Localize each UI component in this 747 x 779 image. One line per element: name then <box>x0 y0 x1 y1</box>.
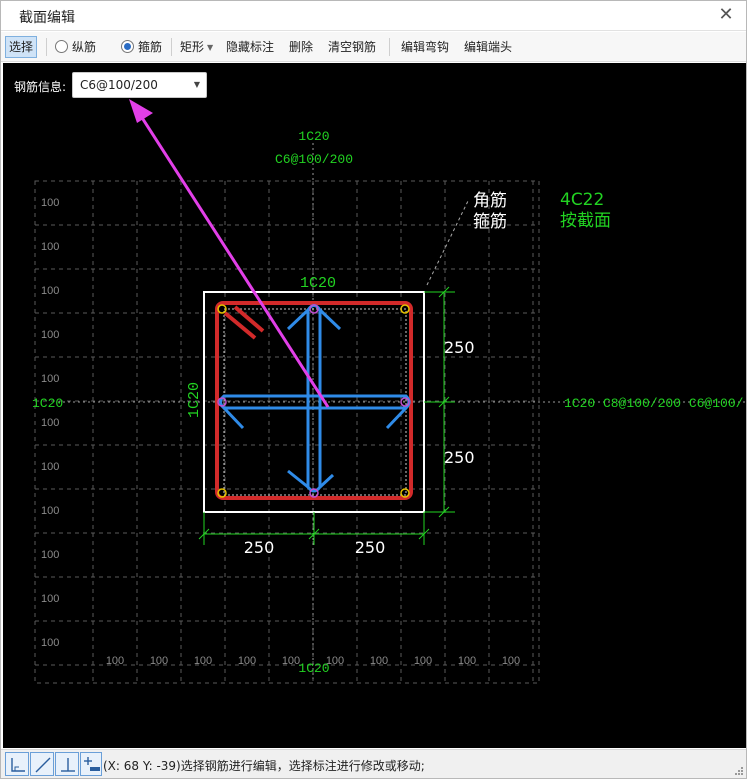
corner-spec[interactable]: 4C22 <box>560 190 604 210</box>
grid-label-x: 100 <box>238 655 256 667</box>
stirrup-hook[interactable] <box>223 311 257 340</box>
chevron-down-icon: ▼ <box>207 43 214 52</box>
right-axis-label[interactable]: 1C20 C8@100/200 C6@100/ <box>564 396 744 411</box>
grid-label-x: 100 <box>414 655 432 667</box>
rebar-info-select[interactable]: C6@100/200 ▼ <box>72 72 207 98</box>
stirrup-label: 箍筋 <box>138 40 163 54</box>
stirrup-label[interactable]: 箍筋 <box>473 212 507 232</box>
resize-grip-icon[interactable] <box>733 765 743 775</box>
left-axis-label[interactable]: 1C20 <box>32 396 63 411</box>
longitudinal-radio[interactable]: 纵筋 <box>55 37 96 57</box>
section-drawing[interactable]: 100 100 100 100 100 100 100 100 100 100 100 100 100 1… <box>3 63 746 748</box>
drawing-canvas[interactable]: 100 100 100 100 100 100 100 100 100 100 100 100 100 1… <box>3 63 746 748</box>
grid-label-x: 100 <box>150 655 168 667</box>
grid-label-x: 100 <box>502 655 520 667</box>
left-bar-label[interactable]: 1C20 <box>186 382 203 418</box>
chevron-down-icon: ▼ <box>193 80 200 89</box>
status-bar: (X: 68 Y: -39)选择钢筋进行编辑，选择标注进行修改或移动; <box>1 749 746 778</box>
grid-labels: 100 100 100 100 100 100 100 100 100 100 100 100 100 1… <box>41 197 520 667</box>
rebar-info-value: C6@100/200 <box>80 78 158 92</box>
delete-button[interactable]: 删除 <box>289 37 313 57</box>
corner-bar-label[interactable]: 角筋 <box>473 191 507 211</box>
top-label-1[interactable]: 1C20 <box>298 129 329 144</box>
top-bar-label[interactable]: 1C20 <box>300 275 336 292</box>
grid-label-x: 100 <box>194 655 212 667</box>
toolbar: 选择 纵筋 箍筋 矩形 ▼ 隐藏标注 删除 清空钢筋 编辑弯钩 编辑端头 <box>1 32 746 62</box>
rectangle-label: 矩形 <box>180 40 205 54</box>
grid-label-y: 100 <box>41 373 59 385</box>
select-button[interactable]: 选择 <box>5 36 38 58</box>
close-icon[interactable]: ✕ <box>716 5 736 25</box>
longitudinal-label: 纵筋 <box>72 40 97 54</box>
dim-bottom-right[interactable]: 250 <box>355 538 386 557</box>
dim-bottom-left[interactable]: 250 <box>244 538 275 557</box>
leader-arrow <box>129 99 330 408</box>
snap-perpendicular-icon[interactable] <box>55 752 79 776</box>
bottom-axis-label[interactable]: 1C20 <box>298 661 329 676</box>
edit-end-button[interactable]: 编辑端头 <box>464 37 512 57</box>
grid-border <box>34 180 540 684</box>
grid <box>34 180 540 684</box>
section-editor-window: 截面编辑 ✕ 选择 纵筋 箍筋 矩形 ▼ 隐藏标注 删除 清空钢筋 编辑弯钩 编辑… <box>0 0 747 779</box>
grid-label-y: 100 <box>41 417 59 429</box>
corner-leader-line <box>426 200 469 286</box>
toolbar-divider <box>389 38 390 56</box>
clear-rebar-button[interactable]: 清空钢筋 <box>328 37 376 57</box>
rectangle-dropdown[interactable]: 矩形 ▼ <box>180 37 213 57</box>
grid-label-y: 100 <box>41 329 59 341</box>
grid-label-y: 100 <box>41 197 59 209</box>
radio-selected-icon <box>121 40 134 53</box>
hide-dims-button[interactable]: 隐藏标注 <box>226 37 274 57</box>
grid-label-y: 100 <box>41 505 59 517</box>
grid-label-y: 100 <box>41 285 59 297</box>
top-label-2[interactable]: C6@100/200 <box>275 152 353 167</box>
grid-label-y: 100 <box>41 549 59 561</box>
snap-endpoint-icon[interactable] <box>5 752 29 776</box>
grid-label-y: 100 <box>41 593 59 605</box>
window-title: 截面编辑 <box>19 10 75 26</box>
dim-right-top[interactable]: 250 <box>444 338 475 357</box>
grid-label-x: 100 <box>106 655 124 667</box>
grid-label-y: 100 <box>41 461 59 473</box>
dim-right-bottom[interactable]: 250 <box>444 448 475 467</box>
toolbar-divider <box>171 38 172 56</box>
grid-label-x: 100 <box>370 655 388 667</box>
edit-hook-button[interactable]: 编辑弯钩 <box>401 37 449 57</box>
grid-label-x: 100 <box>458 655 476 667</box>
stirrup-radio[interactable]: 箍筋 <box>121 37 162 57</box>
by-section-label[interactable]: 按截面 <box>560 211 611 231</box>
title-bar: 截面编辑 ✕ <box>1 1 746 31</box>
rebar-info-label: 钢筋信息: <box>14 80 67 94</box>
grid-label-y: 100 <box>41 637 59 649</box>
status-text: (X: 68 Y: -39)选择钢筋进行编辑，选择标注进行修改或移动; <box>103 759 425 773</box>
toolbar-divider <box>46 38 47 56</box>
snap-add-icon[interactable] <box>80 752 102 776</box>
grid-label-y: 100 <box>41 241 59 253</box>
radio-icon <box>55 40 68 53</box>
snap-line-icon[interactable] <box>30 752 54 776</box>
